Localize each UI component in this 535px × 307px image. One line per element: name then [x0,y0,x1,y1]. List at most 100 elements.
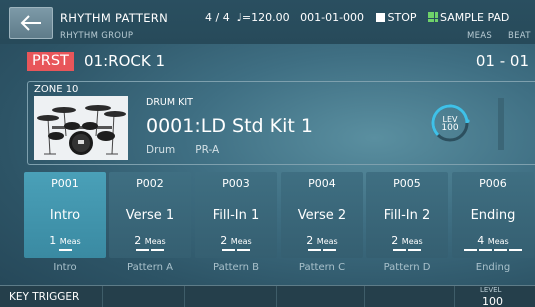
drum-kit-image [34,96,128,160]
pattern-measure-count: 2 [220,234,228,247]
back-button[interactable] [9,7,53,39]
measure-bar [464,249,477,251]
pattern-id: P005 [393,177,421,190]
pattern-sub-label: Pattern B [212,262,259,273]
measure-bar [323,249,336,251]
meas-label: MEAS [467,31,493,41]
pattern-sub-label: Ending [475,262,511,273]
bottom-slot-3[interactable] [185,286,277,307]
pattern-name: Intro [49,208,81,223]
pattern-id: P004 [308,177,336,190]
top-bar: RHYTHM PATTERN 4 / 4 ♩=120.00 001-01-000… [0,0,535,44]
measure-bar [237,249,250,251]
measure-bars [195,249,277,251]
stop-icon [375,13,385,22]
kit-bank: PR-A [195,144,220,156]
pattern-sub-label: Pattern A [127,262,173,273]
pattern-sub-label: Pattern C [298,262,346,273]
pattern-measure-unit: Meas [401,237,423,246]
pattern-measure-unit: Meas [316,237,338,246]
kit-category: Drum PR-A [146,144,219,156]
pattern-measure-unit: Meas [487,237,509,246]
level-meter [498,98,504,150]
drum-kit-label: DRUM KIT [146,97,193,108]
rhythm-group-name[interactable]: 01:ROCK 1 [84,52,165,71]
level-control[interactable]: LEVEL 100 [455,286,535,307]
pattern-name: Verse 2 [297,208,347,223]
stop-status: STOP [387,11,417,24]
pattern-measures: 2 Meas [281,234,363,247]
pattern-pad-p001[interactable]: P001 Intro 1 Meas [24,172,106,258]
bottom-slot-2[interactable] [103,286,185,307]
measure-bar [408,249,421,251]
pattern-name: Fill-In 2 [383,208,431,223]
measure-bar [479,249,492,251]
zone-label: ZONE 10 [34,84,79,95]
pattern-pad-p006[interactable]: P006 Ending 4 Meas [452,172,534,258]
pattern-measure-count: 2 [391,234,399,247]
bottom-slot-4[interactable] [277,286,365,307]
level-knob-text: LEV 100 [428,115,472,133]
key-trigger-button[interactable]: KEY TRIGGER [0,286,103,307]
measure-bar [222,249,235,251]
transport-status: 4 / 4 ♩=120.00 001-01-000 STOP SAMPLE PA… [205,11,509,24]
pattern-measure-unit: Meas [144,237,166,246]
level-knob-value: 100 [441,123,459,133]
pattern-name: Fill-In 1 [212,208,260,223]
time-signature: 4 / 4 [205,11,230,24]
meas-beat-value[interactable]: 01 - 01 [476,52,529,71]
pattern-measure-count: 2 [306,234,314,247]
kit-category-name: Drum [146,144,176,156]
song-position: 001-01-000 [300,11,365,24]
pattern-measure-unit: Meas [59,237,81,246]
measure-bars [452,249,534,251]
pattern-pad-p002[interactable]: P002 Verse 1 2 Meas [109,172,191,258]
pattern-measure-count: 1 [49,234,57,247]
pattern-measures: 2 Meas [109,234,191,247]
pattern-id: P002 [136,177,164,190]
measure-bars [109,249,191,251]
pattern-id: P001 [51,177,79,190]
bottom-bar: KEY TRIGGER LEVEL 100 [0,285,535,307]
pattern-measures: 4 Meas [452,234,534,247]
key-trigger-label: KEY TRIGGER [9,291,80,303]
measure-bar [494,249,507,251]
measure-bars [281,249,363,251]
tempo[interactable]: ♩=120.00 [237,11,290,24]
footer-level-value: 100 [482,295,503,307]
measure-bar [151,249,164,251]
pattern-measures: 2 Meas [195,234,277,247]
zone-panel[interactable]: ZONE 10 DRUM KIT 0001:LD Std Kit 1 Drum … [27,81,535,165]
measure-bar [136,249,149,251]
pattern-measure-count: 4 [477,234,485,247]
pattern-name: Ending [470,208,516,223]
measure-bar [58,249,72,251]
pattern-id: P006 [479,177,507,190]
pattern-pad-p003[interactable]: P003 Fill-In 1 2 Meas [195,172,277,258]
measure-bars [24,249,106,251]
beat-label: BEAT [508,31,531,41]
pattern-measures: 1 Meas [24,234,106,247]
measure-bars [366,249,448,251]
pattern-id: P003 [222,177,250,190]
pattern-measures: 2 Meas [366,234,448,247]
sample-pad-label[interactable]: SAMPLE PAD [440,11,509,24]
preset-tag: PRST [27,52,74,71]
pattern-pad-p004[interactable]: P004 Verse 2 2 Meas [281,172,363,258]
pattern-sub-label: Intro [53,262,77,273]
rhythm-group-label: RHYTHM GROUP [60,31,134,41]
measure-bar [509,249,522,251]
screen-title: RHYTHM PATTERN [60,11,168,25]
pattern-measure-unit: Meas [230,237,252,246]
bottom-slot-5[interactable] [365,286,455,307]
pattern-measure-count: 2 [134,234,142,247]
sample-pad-icon [428,12,438,22]
measure-bar [308,249,321,251]
drum-kit-name[interactable]: 0001:LD Std Kit 1 [146,115,313,137]
pattern-sub-label: Pattern D [383,262,431,273]
footer-level-label: LEVEL [480,286,502,294]
back-arrow-icon [20,15,41,31]
pattern-pad-p005[interactable]: P005 Fill-In 2 2 Meas [366,172,448,258]
pattern-name: Verse 1 [125,208,175,223]
measure-bar [393,249,406,251]
